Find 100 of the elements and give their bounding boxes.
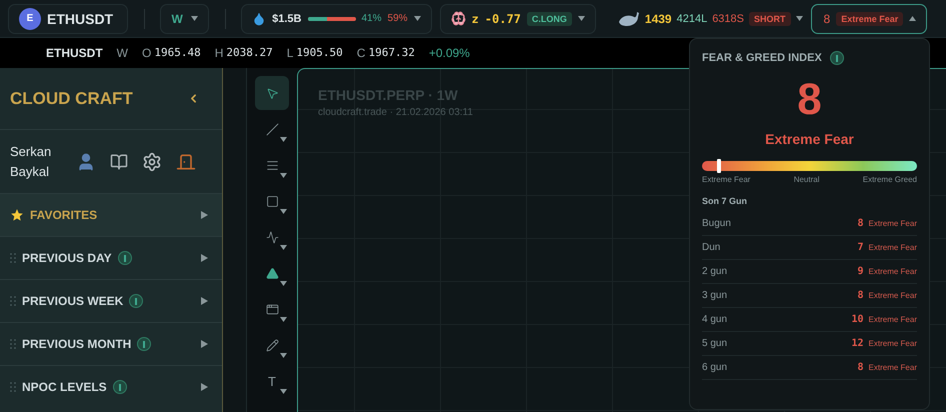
section-label: FAVORITES <box>30 208 98 222</box>
ohlc-value: 1965.48 <box>154 46 201 60</box>
ohlc-label: H <box>214 46 224 60</box>
expand-arrow-icon <box>201 383 208 391</box>
section-label: PREVIOUS DAY <box>22 251 112 265</box>
caret-icon <box>280 173 287 178</box>
line-icon <box>266 122 278 136</box>
window-icon <box>266 302 278 316</box>
signal-badge: C.LONG <box>526 12 572 26</box>
caret-icon <box>190 16 198 21</box>
chart-subtitle: cloudcraft.trade · 21.02.2026 03:11 <box>318 107 473 118</box>
history-label: Extreme Fear <box>868 315 917 324</box>
whale-count: 1439 <box>644 12 672 26</box>
coin-icon: E <box>19 8 41 30</box>
lines-icon <box>266 158 278 172</box>
symbol-selector[interactable]: E ETHUSDT <box>8 4 128 34</box>
index-label: Extreme Fear <box>765 131 854 147</box>
timeframe-selector[interactable]: W <box>160 4 209 34</box>
history-title: Son 7 Gun <box>702 196 748 206</box>
info-icon <box>830 51 844 65</box>
long-count: 4214L <box>676 12 708 24</box>
history-value: 9 <box>858 266 864 277</box>
droplet-icon <box>252 12 266 26</box>
panel-title: FEAR & GREED INDEX <box>702 52 822 64</box>
caret-icon <box>280 353 287 358</box>
scale-label: Extreme Greed <box>862 175 917 184</box>
expand-arrow-icon <box>201 254 208 262</box>
history-value: 8 <box>858 218 864 229</box>
ohlc-value: 2038.27 <box>226 46 273 60</box>
price-change: +0.09% <box>428 46 470 60</box>
history-label: Extreme Fear <box>868 363 917 372</box>
day-label: 3 gun <box>702 290 728 301</box>
caret-icon <box>280 137 287 142</box>
ohlc-label: L <box>286 46 294 60</box>
day-label: 5 gun <box>702 338 728 349</box>
z-label: z <box>472 12 479 26</box>
history-value: 8 <box>858 290 864 301</box>
history-label: Extreme Fear <box>868 267 917 276</box>
text-tool[interactable]: T <box>255 364 289 398</box>
caret-icon <box>280 317 287 322</box>
pencil-icon <box>266 338 278 352</box>
scale-label: Extreme Fear <box>702 175 750 184</box>
history-value: 7 <box>858 242 864 253</box>
caret-icon <box>796 16 802 21</box>
caret-icon <box>280 281 287 286</box>
day-label: 2 gun <box>702 266 728 277</box>
history-label: Extreme Fear <box>868 291 917 300</box>
caret-icon <box>280 209 287 214</box>
sentiment-widget[interactable]: z -0.77 C.LONG <box>440 4 596 34</box>
section-label: PREVIOUS WEEK <box>22 294 124 308</box>
caret-icon <box>578 16 585 21</box>
liquidity-amount: $1.5B <box>272 12 302 24</box>
drag-handle-icon[interactable] <box>10 382 16 392</box>
day-label: Dun <box>702 242 720 253</box>
scale-label: Neutral <box>794 175 820 184</box>
triangle-icon <box>266 266 278 280</box>
index-value: 8 <box>824 12 830 26</box>
section-label: PREVIOUS MONTH <box>22 337 132 351</box>
day-label: Bugun <box>702 218 731 229</box>
drag-handle-icon[interactable] <box>10 253 16 263</box>
drag-handle-icon[interactable] <box>10 339 16 349</box>
caret-icon <box>414 16 421 21</box>
expand-arrow-icon <box>201 340 208 348</box>
ohlc-value: 1967.32 <box>368 46 415 60</box>
day-label: 4 gun <box>702 314 728 325</box>
history-value: 8 <box>858 362 864 373</box>
zigzag-icon <box>266 230 278 244</box>
door-icon[interactable] <box>176 152 196 172</box>
history-value: 10 <box>851 314 864 325</box>
drawing-tool[interactable] <box>255 76 289 110</box>
history-value: 12 <box>851 338 864 349</box>
history-label: Extreme Fear <box>868 243 917 252</box>
signal-badge: SHORT <box>749 12 790 26</box>
settings-icon[interactable] <box>142 152 162 172</box>
short-count: 6318S <box>712 12 744 24</box>
star-icon <box>10 208 24 222</box>
ticker-timeframe: W <box>116 46 128 60</box>
short-percent: 59% <box>388 13 408 24</box>
sidebar-section[interactable]: FAVORITES <box>0 193 222 236</box>
expand-arrow-icon <box>201 211 208 219</box>
expand-arrow-icon <box>201 297 208 305</box>
liquidity-widget[interactable]: $1.5B 41% 59% <box>241 4 432 34</box>
long-percent: 41% <box>362 13 382 24</box>
user-name: Serkan Baykal <box>10 142 52 181</box>
caret-icon <box>909 16 916 21</box>
rectangle-icon <box>266 194 278 208</box>
drag-handle-icon[interactable] <box>10 296 16 306</box>
app-title: CLOUD CRAFT <box>10 88 133 108</box>
ohlc-label: C <box>356 46 366 60</box>
ticker-symbol: ETHUSDT <box>46 46 103 60</box>
section-label: NPOC LEVELS <box>22 380 107 394</box>
book-icon[interactable] <box>110 152 128 170</box>
fear-greed-button[interactable]: 8 Extreme Fear <box>810 4 928 34</box>
day-label: 6 gun <box>702 362 728 373</box>
caret-icon <box>280 245 287 250</box>
index-value: 8 <box>797 75 822 125</box>
history-label: Extreme Fear <box>868 339 917 348</box>
sentiment-badge: Extreme Fear <box>836 12 904 26</box>
z-score: -0.77 <box>484 12 521 26</box>
ohlc-label: O <box>142 46 152 60</box>
